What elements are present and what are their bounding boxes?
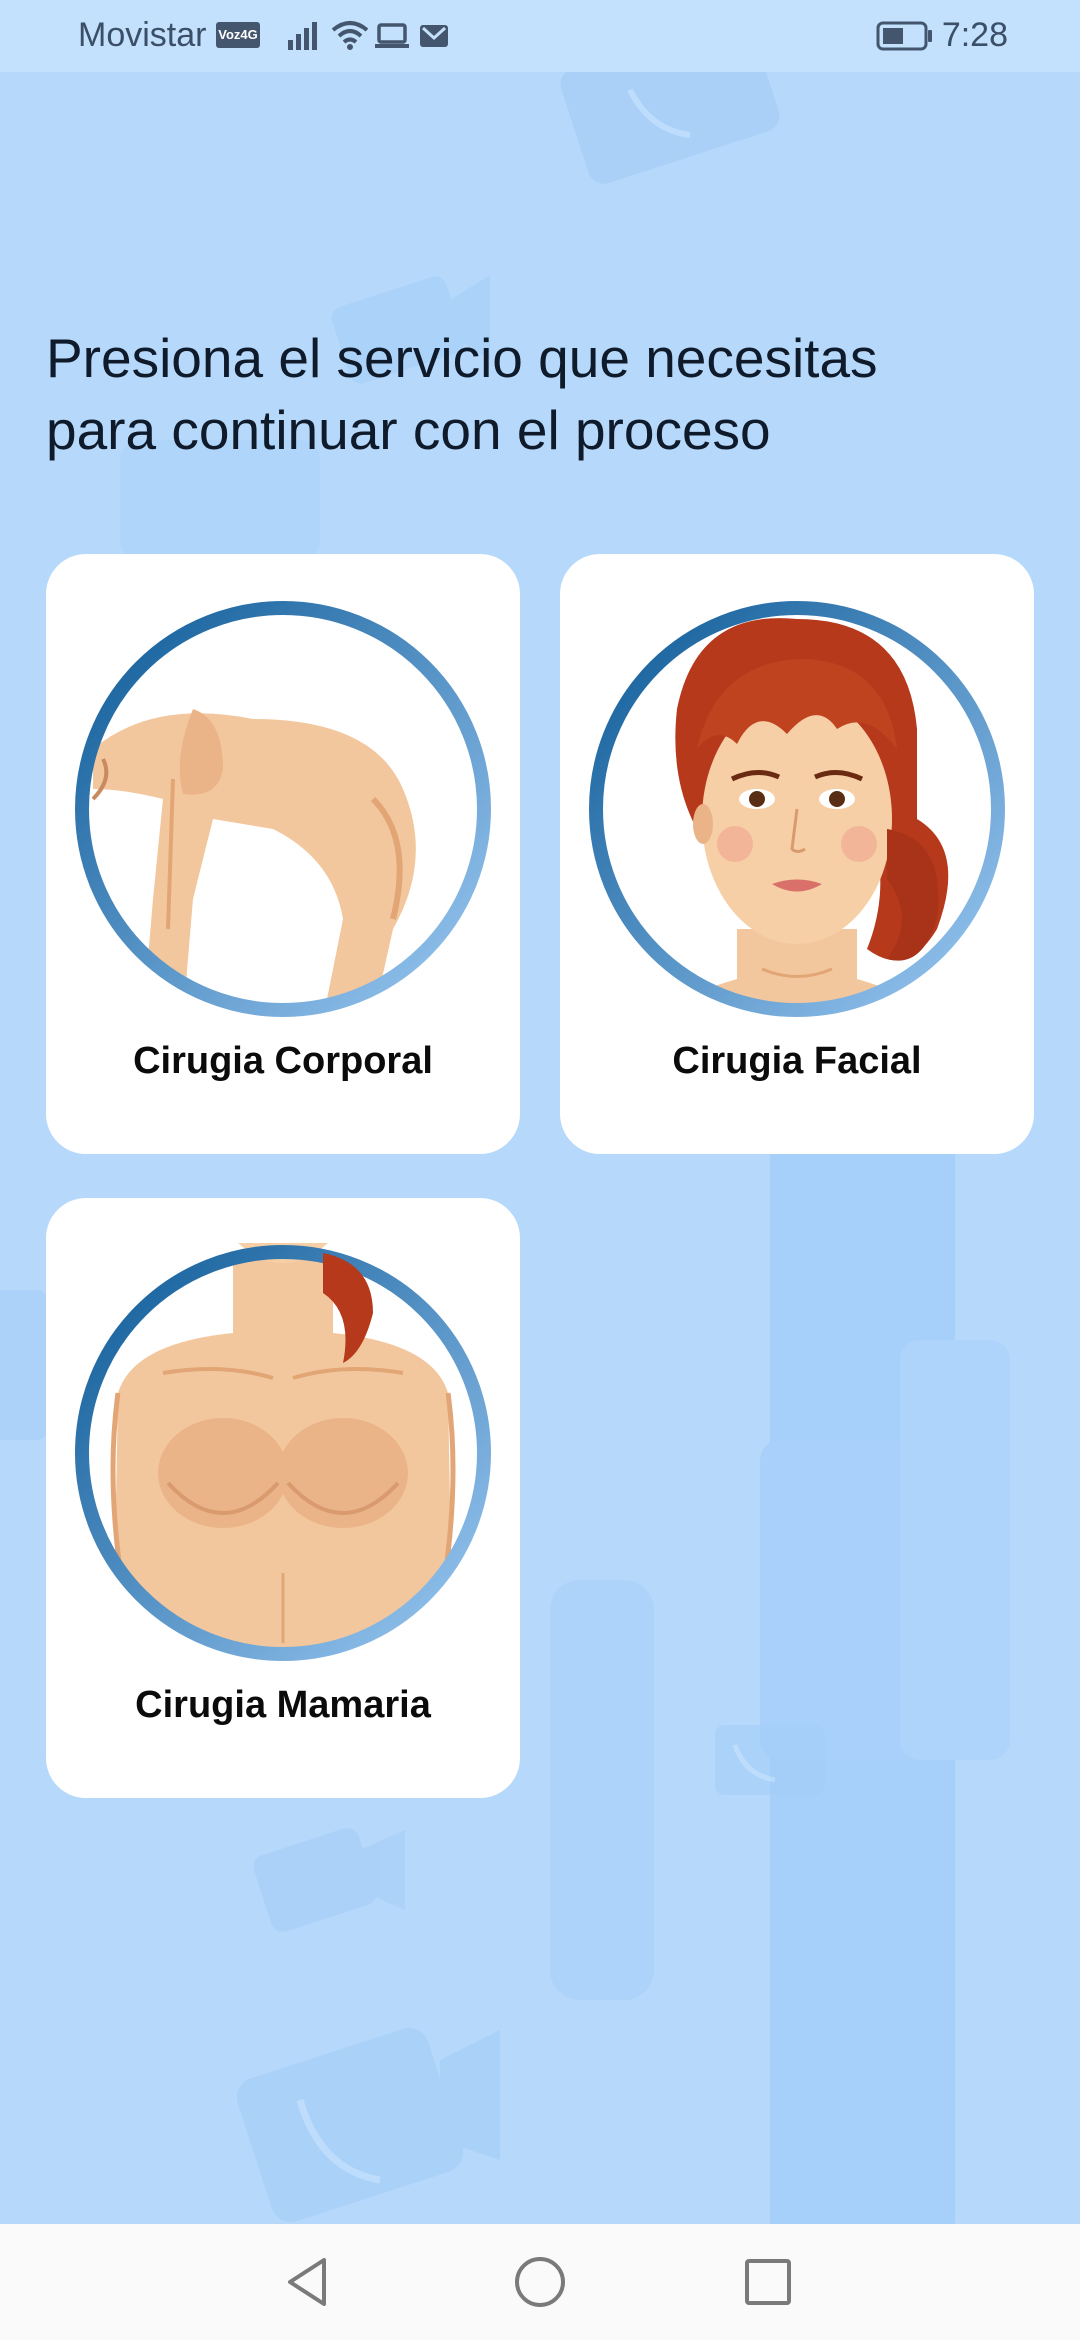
wifi-icon bbox=[330, 18, 370, 61]
service-card-corporal[interactable]: Cirugia Corporal bbox=[46, 554, 520, 1154]
service-label-corporal: Cirugia Corporal bbox=[133, 1040, 433, 1082]
carrier-label: Movistar bbox=[78, 16, 207, 54]
volte-badge: Voz4G bbox=[216, 22, 260, 48]
face-surgery-icon bbox=[587, 599, 1007, 1019]
system-nav-bar bbox=[0, 2224, 1080, 2340]
service-card-facial[interactable]: Cirugia Facial bbox=[560, 554, 1034, 1154]
page-title-line-1: Presiona el servicio que necesitas bbox=[46, 327, 878, 389]
page-title-line-2: para continuar con el proceso bbox=[46, 399, 771, 461]
service-card-mamaria[interactable]: Cirugia Mamaria bbox=[46, 1198, 520, 1798]
service-label-mamaria: Cirugia Mamaria bbox=[135, 1684, 431, 1726]
page-title: Presiona el servicio que necesitas para … bbox=[46, 322, 1046, 466]
signal-icon bbox=[286, 18, 320, 61]
service-label-facial: Cirugia Facial bbox=[672, 1040, 922, 1082]
back-icon[interactable] bbox=[278, 2252, 338, 2312]
laptop-icon bbox=[374, 18, 410, 61]
home-icon[interactable] bbox=[510, 2252, 570, 2312]
breast-surgery-icon bbox=[73, 1243, 493, 1663]
battery-icon bbox=[876, 20, 934, 61]
body-surgery-icon bbox=[73, 599, 493, 1019]
status-bar: Movistar Voz4G 7:28 bbox=[0, 0, 1080, 72]
recent-apps-icon[interactable] bbox=[738, 2252, 798, 2312]
gmail-icon bbox=[418, 18, 450, 61]
clock-label: 7:28 bbox=[941, 16, 1008, 54]
